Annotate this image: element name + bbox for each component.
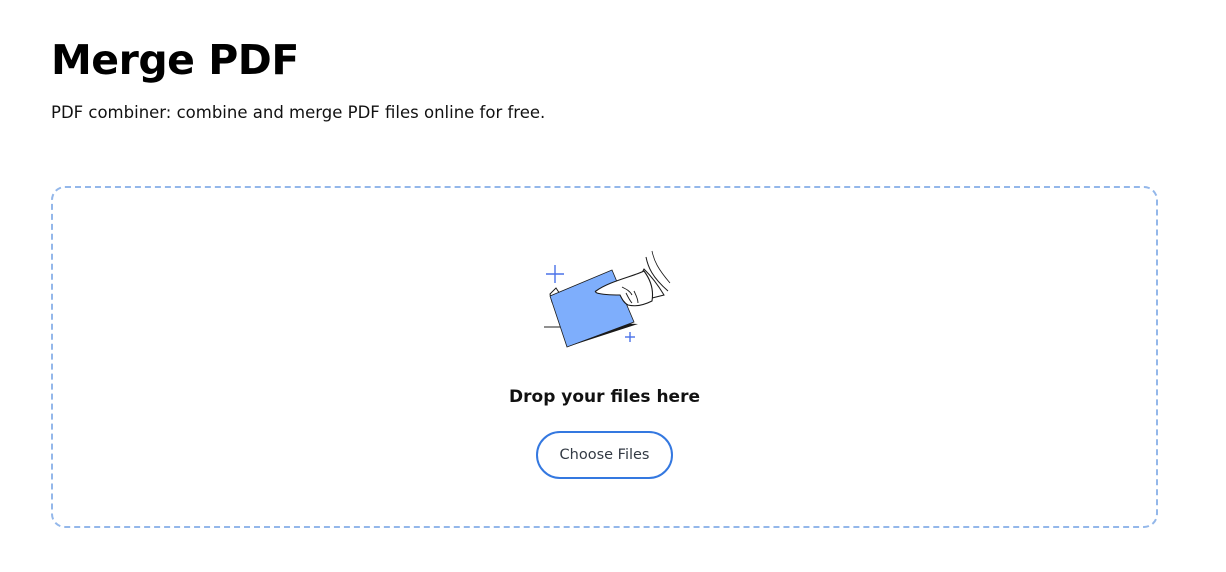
page-subtitle: PDF combiner: combine and merge PDF file… bbox=[51, 103, 546, 122]
page-title: Merge PDF bbox=[51, 36, 299, 84]
hand-dropping-file-icon bbox=[544, 250, 671, 348]
sparkle-icon bbox=[625, 332, 635, 342]
choose-files-button[interactable]: Choose Files bbox=[536, 431, 673, 479]
drop-files-label: Drop your files here bbox=[509, 387, 700, 407]
sparkle-icon bbox=[546, 265, 564, 283]
